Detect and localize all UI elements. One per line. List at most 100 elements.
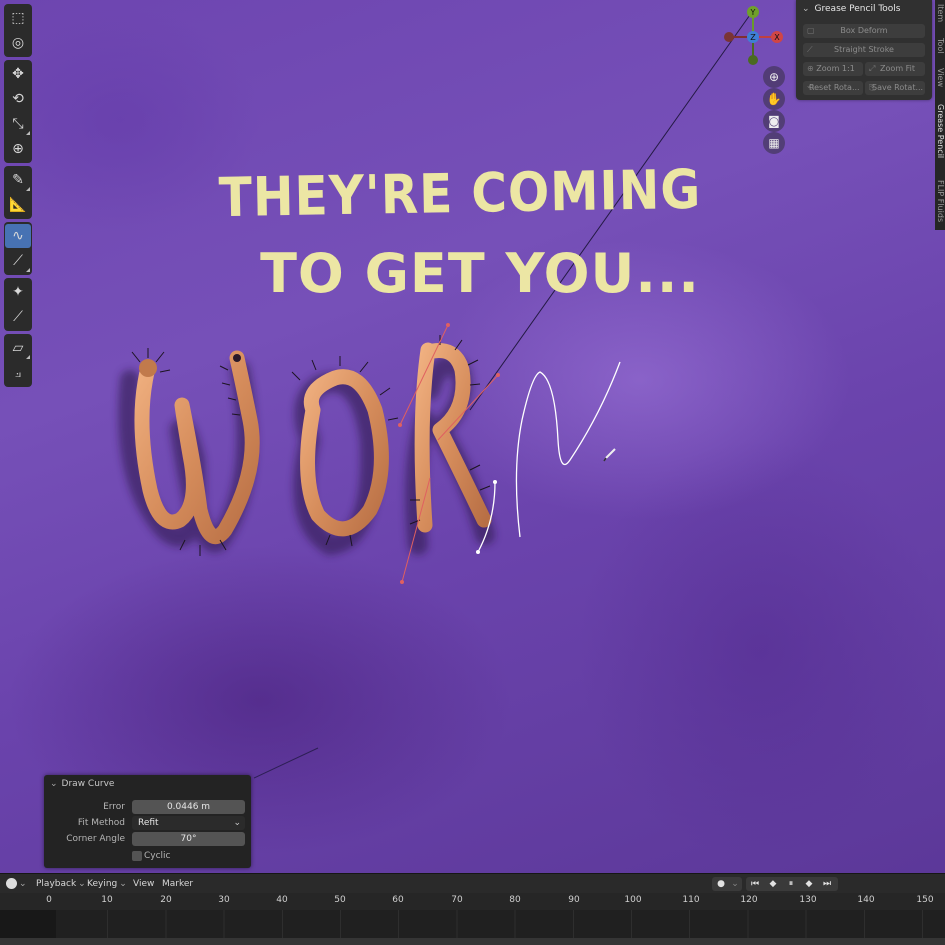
tick-label: 140	[857, 895, 875, 905]
camera-icon[interactable]: ◙	[763, 110, 785, 132]
auto-key-toggle[interactable]: ● ⌄	[712, 877, 742, 891]
draw-curve-header[interactable]: ⌄ Draw Curve	[44, 775, 251, 793]
clock-icon	[6, 878, 17, 889]
save-rotate-label: Save Rotat...	[872, 83, 924, 92]
view-label: View	[133, 879, 155, 889]
line-icon[interactable]: ⟋	[5, 249, 31, 273]
zoom-1-1-label: Zoom 1:1	[816, 64, 855, 73]
rotate-icon[interactable]: ⟲	[5, 87, 31, 111]
caption-line-1: THEY'RE COMING	[218, 158, 701, 229]
straight-stroke-button[interactable]: ⟋ Straight Stroke	[803, 43, 925, 57]
tick-label: 90	[568, 895, 580, 905]
fit-method-select[interactable]: Refit ⌄	[132, 816, 245, 830]
guide-line-2	[253, 747, 319, 779]
fit-method-row: Fit Method Refit ⌄	[44, 816, 251, 830]
tick-label: 40	[276, 895, 288, 905]
zoom-icon: ⊕	[807, 64, 814, 73]
draw-curve-panel: ⌄ Draw Curve Error 0.0446 m Fit Method Re…	[44, 775, 251, 868]
tick-label: 130	[799, 895, 817, 905]
tick-label: 150	[916, 895, 934, 905]
panel-header[interactable]: ⌄ Grease Pencil Tools	[796, 0, 932, 18]
draw-curve-title: Draw Curve	[61, 779, 115, 789]
zoom-icon[interactable]: ⊕	[763, 66, 785, 88]
polyline-icon[interactable]: ⟓	[5, 361, 31, 385]
timeline-ruler[interactable]: 0 10 20 30 40 50 60 70 80 90 100 110 120…	[0, 893, 945, 910]
save-rotate-button[interactable]: ⎘ Save Rotat...	[865, 81, 925, 95]
reset-rotate-button[interactable]: ⟲ Reset Rota...	[803, 81, 863, 95]
straight-stroke-label: Straight Stroke	[834, 45, 894, 54]
view-menu[interactable]: View	[133, 874, 154, 894]
box-deform-icon: ▢	[807, 26, 815, 35]
tick-label: 80	[509, 895, 521, 905]
corner-angle-row: Corner Angle 70°	[44, 832, 251, 846]
select-box-icon[interactable]: ⬚	[5, 6, 31, 30]
draw-curve-icon[interactable]: ∿	[5, 224, 31, 248]
reset-icon: ⟲	[807, 83, 814, 92]
box-deform-button[interactable]: ▢ Box Deform	[803, 24, 925, 38]
pan-hand-icon[interactable]: ✋	[763, 88, 785, 110]
annotate-icon[interactable]: ✎	[5, 168, 31, 192]
pencil-cursor-icon	[603, 448, 616, 462]
corner-angle-field[interactable]: 70°	[132, 832, 245, 846]
tab-flip-fluids[interactable]: FLIP Fluids	[935, 180, 945, 222]
cursor-icon[interactable]: ◎	[5, 31, 31, 55]
playback-menu[interactable]: Playback ⌄	[36, 874, 86, 894]
box-deform-label: Box Deform	[840, 26, 888, 35]
tab-view[interactable]: View	[935, 68, 945, 87]
tick-label: 30	[218, 895, 230, 905]
marker-menu[interactable]: Marker	[162, 874, 193, 894]
fit-method-label: Fit Method	[77, 818, 125, 828]
grease-pencil-tools-panel: ⌄ Grease Pencil Tools ▢ Box Deform ⟋ Straig…	[796, 0, 932, 100]
move-icon[interactable]: ✥	[5, 62, 31, 86]
gizmo-y-label: Y	[750, 8, 756, 17]
erase-icon[interactable]: ▱	[5, 336, 31, 360]
tick-label: 0	[46, 895, 52, 905]
scale-icon[interactable]: ⤡	[5, 112, 31, 136]
tick-label: 10	[101, 895, 113, 905]
timeline-scrollbar[interactable]	[0, 938, 945, 945]
gizmo-z-label: Z	[750, 33, 756, 42]
corner-angle-label: Corner Angle	[66, 834, 125, 844]
pause-icon[interactable]: ⏸	[782, 879, 800, 889]
scene-canvas: THEY'RE COMING TO GET YOU...	[118, 11, 753, 779]
prev-keyframe-icon[interactable]: ◆	[764, 879, 782, 889]
editor-type-button[interactable]: ⌄	[6, 874, 27, 894]
chevron-down-icon: ⌄	[802, 4, 810, 14]
3d-viewport[interactable]: THEY'RE COMING TO GET YOU... ⬚ ◎ ✥ ⟲ ⤡ ⊕…	[0, 0, 945, 873]
zoom-fit-button[interactable]: ⤢ Zoom Fit	[865, 62, 925, 76]
fit-icon: ⤢	[869, 64, 876, 73]
tool-shelf: ⬚ ◎ ✥ ⟲ ⤡ ⊕ ✎ 📐 ∿ ⟋ ✦ ⟋ ▱ ⟓	[4, 4, 32, 390]
knife-icon[interactable]: ⟋	[5, 305, 31, 329]
transform-icon[interactable]: ⊕	[5, 137, 31, 161]
tweak-icon[interactable]: ✦	[5, 280, 31, 304]
tab-item[interactable]: Item	[935, 4, 945, 22]
zoom-fit-label: Zoom Fit	[880, 64, 916, 73]
line-icon: ⟋	[807, 45, 813, 54]
tick-label: 20	[160, 895, 172, 905]
marker-label: Marker	[162, 879, 194, 889]
error-label: Error	[103, 802, 125, 812]
cyclic-label: Cyclic	[144, 851, 171, 861]
tick-label: 100	[624, 895, 642, 905]
navigation-gizmo[interactable]: Y X Z	[722, 2, 786, 66]
tab-grease-pencil[interactable]: Grease Pencil	[935, 104, 945, 158]
keying-menu[interactable]: Keying ⌄	[87, 874, 127, 894]
tab-tool[interactable]: Tool	[935, 38, 945, 54]
playback-label: Playback	[36, 879, 77, 889]
jump-start-icon[interactable]: ⏮	[746, 879, 764, 889]
chevron-down-icon: ⌄	[233, 818, 241, 828]
gizmo-x-label: X	[774, 33, 780, 42]
error-field[interactable]: 0.0446 m	[132, 800, 245, 814]
measure-icon[interactable]: 📐	[5, 193, 31, 217]
grid-view-icon[interactable]: ▦	[763, 132, 785, 154]
tick-label: 110	[682, 895, 700, 905]
caption-line-2: TO GET YOU...	[260, 242, 700, 305]
record-icon: ●	[717, 879, 725, 889]
chevron-down-icon: ⌄	[731, 879, 739, 889]
worm-letters	[134, 342, 492, 545]
drawn-curve[interactable]	[477, 361, 621, 553]
zoom-1-1-button[interactable]: ⊕ Zoom 1:1	[803, 62, 863, 76]
next-keyframe-icon[interactable]: ◆	[800, 879, 818, 889]
jump-end-icon[interactable]: ⏭	[818, 879, 836, 889]
cyclic-checkbox[interactable]	[132, 851, 142, 861]
